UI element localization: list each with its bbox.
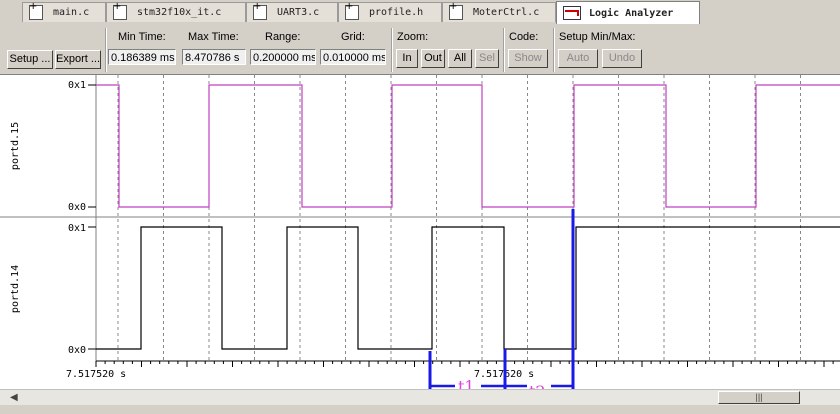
document-icon (345, 1, 359, 20)
scroll-left-icon[interactable]: ◀ (10, 392, 18, 403)
logic-analyzer-icon (563, 6, 581, 20)
undo-button[interactable]: Undo (602, 49, 642, 68)
zoom-in-button[interactable]: In (396, 49, 418, 68)
tab-profile-h[interactable]: profile.h (338, 1, 442, 22)
setup-minmax-label: Setup Min/Max: (559, 31, 636, 43)
tab-motorctrl-c[interactable]: MoterCtrl.c (442, 1, 556, 22)
auto-button[interactable]: Auto (558, 49, 598, 68)
tab-label: stm32f10x_it.c (137, 7, 222, 18)
grid-label: Grid: (341, 31, 365, 43)
tab-label: profile.h (369, 7, 424, 18)
min-time-label: Min Time: (118, 31, 166, 43)
t1-label: t1 (458, 377, 475, 389)
portd14-low-label: 0x0 (68, 345, 86, 356)
time-label-left: 7.517520 s (66, 369, 126, 380)
tab-label: Logic Analyzer (589, 7, 674, 19)
tab-uart3-c[interactable]: UART3.c (246, 1, 338, 22)
signal-name-portd14: portd.14 (10, 265, 21, 313)
tab-label: main.c (53, 7, 90, 18)
zoom-all-button[interactable]: All (448, 49, 472, 68)
time-axis-ticks (95, 361, 834, 367)
tab-label: UART3.c (277, 7, 320, 18)
max-time-label: Max Time: (188, 31, 239, 43)
tab-label: MoterCtrl.c (473, 7, 540, 18)
zoom-sel-button[interactable]: Sel (475, 49, 499, 68)
scrollbar-thumb[interactable]: ||| (718, 391, 800, 404)
document-icon (253, 1, 267, 20)
code-show-button[interactable]: Show (508, 49, 548, 68)
signal-name-portd15: portd.15 (10, 122, 21, 170)
document-icon (29, 1, 43, 20)
max-time-value: 8.470786 s (182, 49, 246, 65)
grid-value: 0.010000 ms (320, 49, 386, 65)
min-time-value: 0.186389 ms (108, 49, 176, 65)
analyzer-toolbar: Setup ... Export ... Min Time: 0.186389 … (0, 24, 840, 75)
setup-button[interactable]: Setup ... (7, 50, 53, 69)
tab-logic-analyzer[interactable]: Logic Analyzer (556, 1, 700, 24)
portd14-high-label: 0x1 (68, 223, 86, 234)
bottom-strip (0, 405, 840, 414)
timing-annotation: t1 t2 (428, 209, 575, 389)
zoom-out-button[interactable]: Out (421, 49, 445, 68)
waveform-portd15 (96, 84, 840, 208)
waveform-plot[interactable]: portd.15 0x1 0x0 portd.14 0x1 0x0 7.5175… (0, 75, 840, 389)
t2-label: t2 (529, 382, 546, 389)
portd15-low-label: 0x0 (68, 202, 86, 213)
horizontal-scrollbar[interactable]: ◀ ||| (0, 389, 840, 406)
range-label: Range: (265, 31, 301, 43)
portd15-high-label: 0x1 (68, 80, 86, 91)
tab-bar: main.c stm32f10x_it.c UART3.c profile.h … (0, 0, 840, 25)
waveform-svg[interactable]: portd.15 0x1 0x0 portd.14 0x1 0x0 7.5175… (0, 75, 840, 389)
document-icon (449, 1, 463, 20)
tab-main-c[interactable]: main.c (22, 1, 106, 22)
waveform-portd14 (96, 226, 840, 350)
document-icon (113, 1, 127, 20)
range-value: 0.200000 ms (250, 49, 316, 65)
zoom-label: Zoom: (397, 31, 429, 43)
export-button[interactable]: Export ... (55, 50, 101, 69)
grid-lines (117, 75, 801, 361)
tab-stm32f10x-it-c[interactable]: stm32f10x_it.c (106, 1, 246, 22)
code-label: Code: (509, 31, 539, 43)
